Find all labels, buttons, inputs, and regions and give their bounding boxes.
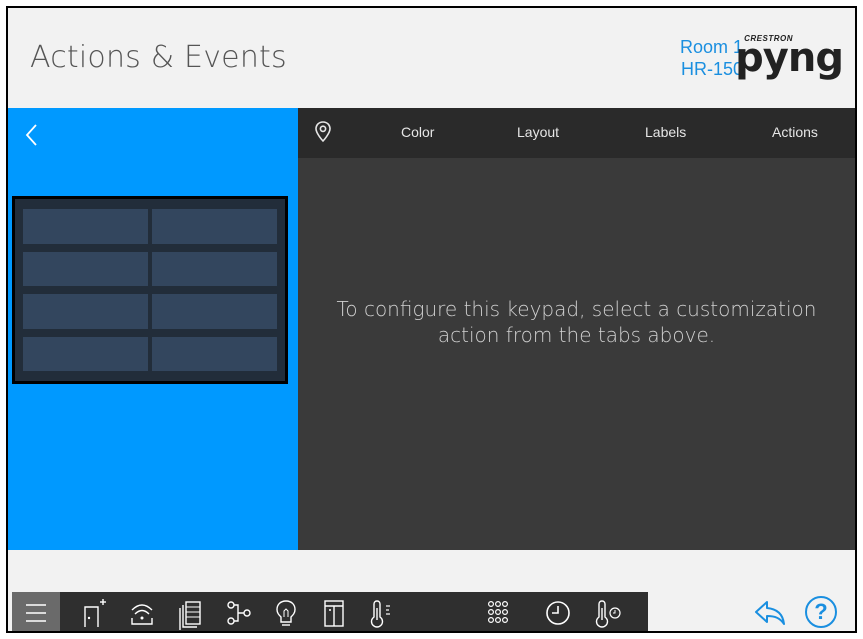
back-chevron-icon[interactable] — [22, 122, 42, 148]
keypad-preview-button — [152, 209, 277, 244]
keypad-preview-button — [23, 294, 148, 329]
keypad-icon[interactable] — [480, 596, 516, 630]
menu-icon — [26, 604, 46, 622]
tab-layout[interactable]: Layout — [517, 124, 559, 140]
configuration-pane: Color Layout Labels Actions To configure… — [298, 108, 855, 550]
device-nav-strip — [12, 592, 648, 633]
keypad-door-icon[interactable] — [316, 596, 352, 630]
crestron-pyng-logo: CRESTRON pyng — [735, 30, 845, 80]
header: Actions & Events Room 1 HR-150 CRESTRON … — [8, 8, 855, 108]
keypad-preview-button — [23, 209, 148, 244]
keypad-preview-button — [152, 336, 277, 371]
app-window: Actions & Events Room 1 HR-150 CRESTRON … — [6, 6, 857, 633]
menu-button[interactable] — [12, 592, 60, 631]
wireless-device-icon[interactable] — [124, 596, 160, 630]
scene-icon[interactable] — [220, 596, 256, 630]
page-title: Actions & Events — [30, 40, 287, 75]
tab-color[interactable]: Color — [401, 124, 434, 140]
keypad-preview-button — [152, 294, 277, 329]
keypad-preview-pane — [8, 108, 298, 550]
share-icon[interactable] — [753, 598, 787, 628]
temperature-sensor-icon[interactable] — [590, 596, 626, 630]
shades-icon[interactable] — [172, 596, 208, 630]
clock-icon[interactable] — [540, 596, 576, 630]
keypad-preview-button — [152, 251, 277, 286]
room-name: Room 1 — [679, 37, 743, 57]
instruction-message: To configure this keypad, select a custo… — [336, 297, 817, 347]
keypad-preview-button — [23, 336, 148, 371]
bottom-bar: ? — [8, 550, 855, 631]
keypad-preview — [12, 196, 288, 384]
tab-bar: Color Layout Labels Actions — [298, 108, 855, 158]
room-info: Room 1 HR-150 — [680, 36, 743, 80]
help-button[interactable]: ? — [805, 596, 837, 628]
keypad-preview-button — [23, 251, 148, 286]
light-bulb-icon[interactable] — [268, 596, 304, 630]
add-room-icon[interactable] — [76, 596, 112, 630]
thermostat-icon[interactable] — [364, 596, 400, 630]
logo-text: pyng — [735, 35, 844, 81]
location-pin-icon[interactable] — [314, 120, 332, 144]
tab-labels[interactable]: Labels — [645, 124, 686, 140]
device-name: HR-150 — [680, 59, 743, 79]
keypad-button-grid — [23, 209, 277, 371]
active-tab-indicator — [473, 631, 519, 633]
tab-actions[interactable]: Actions — [772, 124, 818, 140]
